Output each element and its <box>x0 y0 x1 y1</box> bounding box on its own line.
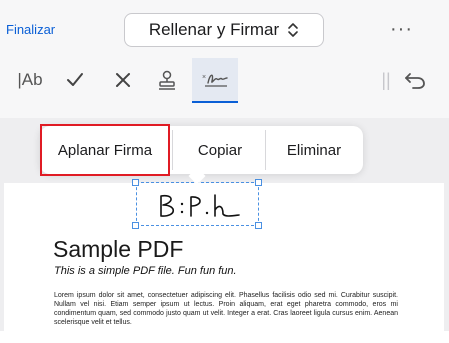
menu-divider <box>172 130 173 170</box>
toolbar-divider: || <box>378 58 394 102</box>
pdf-title: Sample PDF <box>53 236 184 262</box>
check-tool-button[interactable] <box>60 58 90 102</box>
resize-handle-top-left[interactable] <box>132 179 139 186</box>
signature-drawing[interactable] <box>155 192 241 220</box>
cross-tool-button[interactable] <box>108 58 138 102</box>
undo-button[interactable] <box>398 58 432 102</box>
copy-button[interactable]: Copiar <box>175 126 265 174</box>
more-options-button[interactable]: ··· <box>390 18 413 41</box>
text-tool-button[interactable]: |Ab <box>12 58 48 102</box>
pdf-body-text: Lorem ipsum dolor sit amet, consectetuer… <box>54 292 398 326</box>
signature-tool-button[interactable]: × <box>192 58 238 102</box>
resize-handle-bottom-right[interactable] <box>255 222 262 229</box>
undo-icon <box>405 73 425 89</box>
stamp-icon <box>159 70 175 90</box>
text-ab-icon: |Ab <box>17 70 43 89</box>
svg-text:×: × <box>202 74 206 81</box>
delete-button[interactable]: Eliminar <box>265 126 363 174</box>
mode-select[interactable]: Rellenar y Firmar <box>124 13 324 47</box>
cross-icon <box>116 73 130 87</box>
pipes-divider-icon: || <box>381 69 391 90</box>
pdf-subtitle: This is a simple PDF file. Fun fun fun. <box>54 265 237 277</box>
finalize-button[interactable]: Finalizar <box>6 22 55 37</box>
checkmark-icon <box>67 73 83 86</box>
selected-tool-indicator <box>192 101 238 103</box>
chevron-up-down-icon <box>288 23 298 37</box>
resize-handle-bottom-left[interactable] <box>132 222 139 229</box>
annotation-toolbar: |Ab × || <box>0 58 449 104</box>
resize-handle-top-right[interactable] <box>255 179 262 186</box>
stamp-tool-button[interactable] <box>150 58 184 102</box>
mode-select-value: Rellenar y Firmar <box>148 20 280 39</box>
signature-icon: × <box>202 74 228 87</box>
highlight-outline <box>40 124 170 176</box>
